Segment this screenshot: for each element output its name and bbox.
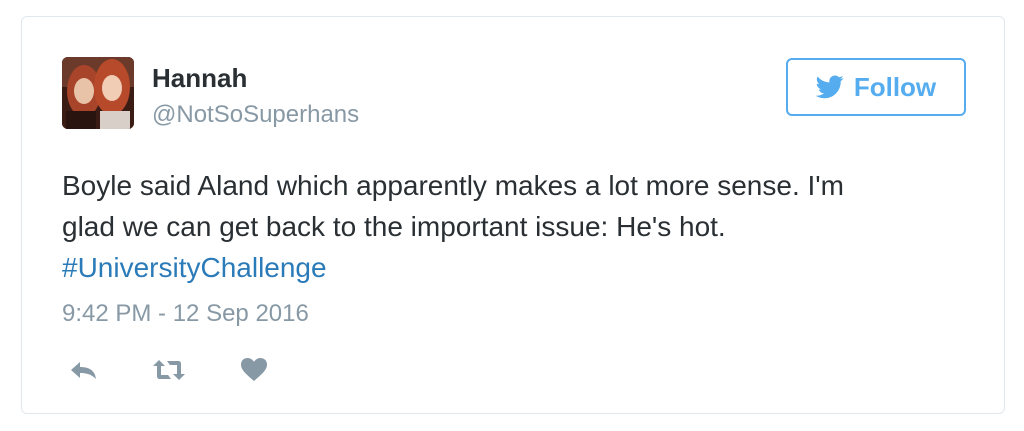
tweet-card: Hannah @NotSoSuperhans Follow Boyle said… — [21, 16, 1005, 414]
avatar-photo — [62, 57, 134, 129]
author-handle[interactable]: @NotSoSuperhans — [152, 101, 359, 129]
retweet-icon — [152, 358, 186, 387]
hashtag-link[interactable]: #UniversityChallenge — [62, 252, 327, 283]
tweet-text-line: glad we can get back to the important is… — [62, 211, 726, 242]
avatar[interactable] — [62, 57, 134, 129]
tweet-text-line: Boyle said Aland which apparently makes … — [62, 170, 844, 201]
like-button[interactable] — [236, 357, 272, 387]
author-name[interactable]: Hannah — [152, 63, 247, 93]
retweet-button[interactable] — [151, 357, 187, 387]
like-heart-icon — [240, 357, 268, 387]
follow-button[interactable]: Follow — [786, 58, 966, 116]
tweet-text: Boyle said Aland which apparently makes … — [62, 165, 962, 288]
reply-button[interactable] — [66, 357, 102, 387]
tweet-timestamp[interactable]: 9:42 PM - 12 Sep 2016 — [62, 299, 309, 329]
reply-icon — [69, 359, 99, 386]
follow-label: Follow — [853, 72, 937, 102]
twitter-bird-icon — [815, 75, 844, 99]
